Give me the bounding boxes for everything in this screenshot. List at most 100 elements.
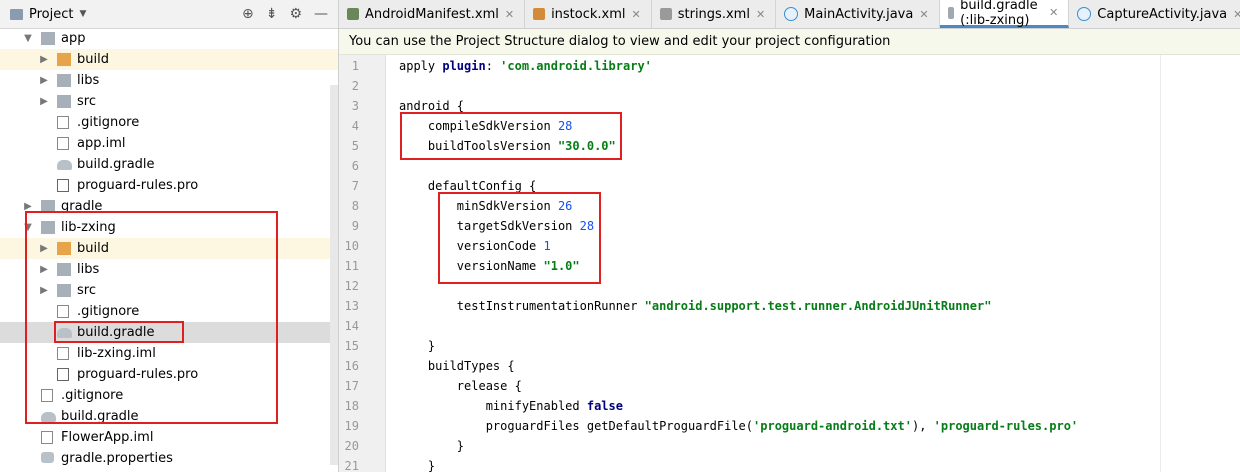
chevron-right-icon[interactable]: ▶ bbox=[39, 70, 49, 91]
code-token: minifyEnabled bbox=[399, 399, 587, 413]
line-number: 17 bbox=[344, 379, 359, 393]
code-line[interactable]: proguardFiles getDefaultProguardFile('pr… bbox=[399, 416, 1078, 436]
tree-item-label: src bbox=[77, 94, 96, 109]
manifest-icon bbox=[347, 8, 359, 20]
editor-tab[interactable]: build.gradle (:lib-zxing) ✕ bbox=[939, 0, 1070, 28]
editor-tab-label: instock.xml bbox=[551, 6, 626, 22]
tree-item[interactable]: .gitignore bbox=[0, 112, 338, 133]
editor-tab[interactable]: instock.xml ✕ bbox=[525, 0, 652, 28]
line-number: 9 bbox=[351, 219, 359, 233]
line-number: 8 bbox=[351, 199, 359, 213]
code-token: } bbox=[399, 339, 436, 353]
editor-tab-label: build.gradle (:lib-zxing) bbox=[960, 0, 1038, 28]
tree-item[interactable]: ▶ build bbox=[0, 49, 338, 70]
iml-file-icon bbox=[57, 137, 69, 150]
code-token: } bbox=[399, 459, 436, 473]
close-icon[interactable]: ✕ bbox=[1049, 6, 1058, 19]
tree-item[interactable]: build.gradle bbox=[0, 154, 338, 175]
scrollbar[interactable] bbox=[330, 85, 338, 465]
xml-strings-icon bbox=[659, 8, 672, 20]
code-editor[interactable]: 1 2 3 4 5 6 7 8 9 10 11 12 13 14 15 16 17 18 19 20 21 apply … bbox=[339, 55, 1240, 473]
collapse-all-icon[interactable]: ⇟ bbox=[266, 6, 278, 22]
close-icon[interactable]: ✕ bbox=[632, 8, 641, 21]
project-view-selector[interactable]: Project ▼ bbox=[10, 7, 86, 22]
close-icon[interactable]: ✕ bbox=[756, 8, 765, 21]
project-panel-header: Project ▼ ⊕ ⇟ ⚙ — bbox=[0, 0, 338, 29]
code-token: testInstrumentationRunner bbox=[399, 299, 645, 313]
code-token: buildTypes { bbox=[399, 359, 515, 373]
tree-item[interactable]: FlowerApp.iml bbox=[0, 427, 338, 448]
editor-tab[interactable]: AndroidManifest.xml ✕ bbox=[339, 0, 526, 28]
locate-icon[interactable]: ⊕ bbox=[242, 6, 254, 22]
line-number: 12 bbox=[344, 279, 359, 293]
hide-icon[interactable]: — bbox=[314, 6, 328, 22]
chevron-down-icon[interactable]: ▼ bbox=[23, 28, 33, 49]
tree-item[interactable]: gradle.properties bbox=[0, 448, 338, 469]
code-token: ), bbox=[911, 419, 934, 433]
code-token: plugin bbox=[442, 59, 486, 73]
line-number: 15 bbox=[344, 339, 359, 353]
code-line[interactable]: } bbox=[399, 336, 435, 356]
editor-tab-label: AndroidManifest.xml bbox=[365, 6, 499, 22]
iml-file-icon bbox=[41, 431, 53, 444]
tree-item-label: build bbox=[77, 52, 109, 67]
code-line[interactable]: testInstrumentationRunner "android.suppo… bbox=[399, 296, 992, 316]
code-token: : bbox=[485, 59, 501, 73]
code-line[interactable]: buildTypes { bbox=[399, 356, 515, 376]
editor-tab-label: strings.xml bbox=[677, 6, 750, 22]
tree-item-label: build.gradle bbox=[77, 157, 155, 172]
code-token: android { bbox=[399, 99, 465, 113]
tree-item-label: app.iml bbox=[77, 136, 126, 151]
code-token: 'proguard-rules.pro' bbox=[933, 419, 1079, 433]
code-line[interactable]: } bbox=[399, 456, 435, 476]
code-line[interactable]: } bbox=[399, 436, 464, 456]
code-token: 'com.android.library' bbox=[500, 59, 652, 73]
line-number: 3 bbox=[351, 99, 359, 113]
editor-tab[interactable]: MainActivity.java ✕ bbox=[776, 0, 940, 28]
folder-icon bbox=[57, 95, 71, 108]
code-line[interactable]: release { bbox=[399, 376, 522, 396]
line-number: 20 bbox=[344, 439, 359, 453]
editor-tab[interactable]: CaptureActivity.java ✕ bbox=[1069, 0, 1240, 28]
line-number: 2 bbox=[351, 79, 359, 93]
close-icon[interactable]: ✕ bbox=[1233, 8, 1240, 21]
line-number: 13 bbox=[344, 299, 359, 313]
chevron-right-icon[interactable]: ▶ bbox=[39, 49, 49, 70]
annotation-box-sdk-versions bbox=[400, 112, 622, 160]
close-icon[interactable]: ✕ bbox=[505, 8, 514, 21]
line-number: 1 bbox=[351, 59, 359, 73]
code-token: release { bbox=[399, 379, 522, 393]
close-icon[interactable]: ✕ bbox=[919, 8, 928, 21]
chevron-right-icon[interactable]: ▶ bbox=[39, 91, 49, 112]
code-token: defaultConfig { bbox=[399, 179, 537, 193]
annotation-box-build-gradle bbox=[54, 321, 184, 343]
line-number-gutter: 1 2 3 4 5 6 7 8 9 10 11 12 13 14 15 16 17 18 19 20 21 bbox=[339, 55, 386, 473]
editor-tab-label: MainActivity.java bbox=[804, 6, 914, 22]
editor-tab[interactable]: strings.xml ✕ bbox=[652, 0, 777, 28]
code-token: } bbox=[399, 439, 465, 453]
gradle-file-icon bbox=[57, 160, 72, 170]
code-line[interactable]: apply plugin: 'com.android.library' bbox=[399, 56, 652, 76]
line-number: 16 bbox=[344, 359, 359, 373]
java-class-icon bbox=[1077, 7, 1092, 21]
code-token: 'proguard-android.txt' bbox=[753, 419, 912, 433]
xml-file-icon bbox=[533, 8, 546, 20]
editor-tabs: AndroidManifest.xml ✕ instock.xml ✕ strings.… bbox=[339, 0, 1240, 29]
project-structure-banner: You can use the Project Structure dialog… bbox=[339, 29, 1240, 55]
tree-item[interactable]: ▶ src bbox=[0, 91, 338, 112]
line-number: 5 bbox=[351, 139, 359, 153]
tree-item[interactable]: app.iml bbox=[0, 133, 338, 154]
code-token: "android.support.test.runner.AndroidJUni… bbox=[644, 299, 992, 313]
line-number: 19 bbox=[344, 419, 359, 433]
gear-icon[interactable]: ⚙ bbox=[289, 6, 302, 22]
code-line[interactable]: minifyEnabled false bbox=[399, 396, 623, 416]
chevron-down-icon: ▼ bbox=[79, 9, 87, 19]
tree-item[interactable]: ▶ libs bbox=[0, 70, 338, 91]
gitignore-file-icon bbox=[57, 116, 69, 129]
line-number: 10 bbox=[344, 239, 359, 253]
tree-item[interactable]: ▼ app bbox=[0, 28, 338, 49]
tree-item[interactable]: proguard-rules.pro bbox=[0, 175, 338, 196]
text-file-icon bbox=[57, 179, 69, 192]
code-token: false bbox=[586, 399, 623, 413]
tree-item-label: gradle.properties bbox=[61, 451, 173, 466]
